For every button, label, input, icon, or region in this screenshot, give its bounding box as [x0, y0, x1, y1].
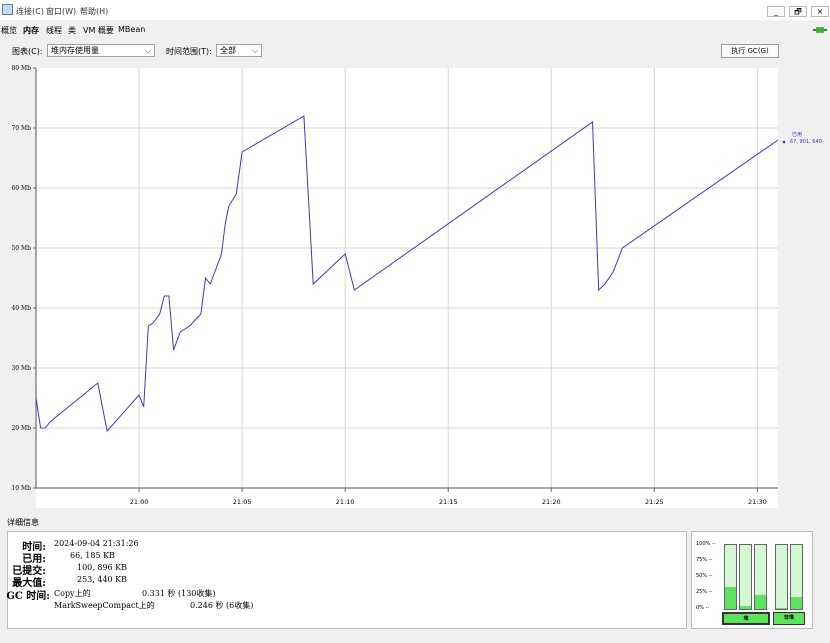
gc-collector-name: MarkSweepCompact上的 — [54, 601, 155, 610]
chevron-down-icon: ⌵ — [144, 46, 151, 55]
menu-bar: 连接(C) 窗口(W) 帮助(H) _ 🗗 × — [0, 0, 830, 20]
gauge-bar[interactable] — [724, 544, 737, 610]
chart-select[interactable]: 堆内存使用量 ⌵ — [47, 44, 155, 57]
y-tick-label: 70 Mb — [11, 125, 31, 132]
memory-pool-gauges: 100% -- 75% -- 50% -- 25% -- 0% -- 堆 非堆 — [691, 531, 813, 629]
non-heap-gauge-button[interactable]: 非堆 — [773, 612, 805, 625]
gauge-bar[interactable] — [739, 544, 752, 610]
chart-select-value: 堆内存使用量 — [51, 46, 99, 55]
detail-value: 2024-09-04 21:31:26 — [54, 539, 139, 548]
tab-memory[interactable]: 内存 — [23, 25, 39, 36]
menu-window[interactable]: 窗口(W) — [46, 6, 76, 17]
x-tick-label: 21:10 — [336, 498, 355, 506]
y-tick-label: 60 Mb — [11, 185, 31, 192]
detail-value: 66, 185 KB — [70, 551, 115, 560]
y-axis-ticks: 10 Mb 20 Mb 30 Mb 40 Mb 50 Mb 60 Mb 70 Mb 80 Mb — [11, 65, 36, 492]
plot-area — [36, 68, 778, 508]
gauge-fill — [755, 594, 766, 609]
gauge-bar[interactable] — [754, 544, 767, 610]
legend-value: 67, 901, 640 — [790, 139, 822, 145]
perform-gc-button[interactable]: 执行 GC(G) — [721, 44, 779, 58]
y-tick-label: 80 Mb — [11, 65, 31, 72]
details-panel: 时间: 2024-09-04 21:31:26 已用: 66, 185 KB 已… — [6, 531, 687, 629]
chart-label: 图表(C): — [12, 47, 43, 56]
x-tick-label: 21:15 — [439, 498, 458, 506]
x-tick-label: 21:30 — [748, 498, 767, 506]
x-tick-label: 21:00 — [130, 498, 149, 506]
tab-threads[interactable]: 线程 — [46, 25, 62, 36]
y-tick-label: 50 Mb — [11, 245, 31, 252]
gauge-bar[interactable] — [790, 544, 803, 610]
menu-connection[interactable]: 连接(C) — [16, 6, 44, 17]
legend-label: 已用 — [792, 132, 802, 138]
details-section-label: 详细信息 — [7, 518, 39, 527]
legend-marker — [782, 140, 786, 144]
x-tick-label: 21:05 — [233, 498, 252, 506]
tab-bar: 概览 内存 线程 类 VM 概要 MBean — [0, 21, 830, 35]
x-tick-label: 21:20 — [542, 498, 561, 506]
gauge-scale-label: 0% -- — [696, 605, 710, 611]
restore-button[interactable]: 🗗 — [789, 6, 807, 17]
tab-vm-summary[interactable]: VM 概要 — [83, 25, 114, 36]
gauge-scale-label: 50% -- — [696, 573, 713, 579]
gauge-scale-label: 25% -- — [696, 589, 713, 595]
tab-classes[interactable]: 类 — [68, 25, 76, 36]
range-select[interactable]: 全部 ⌵ — [216, 44, 262, 57]
minimize-button[interactable]: _ — [767, 6, 785, 17]
gauge-fill — [776, 607, 787, 609]
gauge-fill — [725, 586, 736, 609]
heap-usage-chart: 10 Mb 20 Mb 30 Mb 40 Mb 50 Mb 60 Mb 70 Mb 80 Mb… — [11, 65, 822, 508]
y-tick-label: 20 Mb — [11, 425, 31, 432]
tab-overview[interactable]: 概览 — [1, 25, 17, 36]
gauge-scale-label: 100% -- — [696, 541, 716, 547]
range-label: 时间范围(T): — [166, 47, 212, 56]
gc-collector-time: 0.246 秒 (6收集) — [190, 601, 254, 610]
chart-legend: 已用 67, 901, 640 — [782, 132, 822, 145]
y-tick-label: 30 Mb — [11, 365, 31, 372]
y-tick-label: 10 Mb — [11, 485, 31, 492]
range-select-value: 全部 — [220, 46, 236, 55]
close-button[interactable]: × — [811, 6, 829, 17]
gauge-fill — [791, 597, 802, 609]
chevron-down-icon: ⌵ — [251, 46, 258, 55]
gauge-bar[interactable] — [775, 544, 788, 610]
detail-value: 100, 896 KB — [77, 563, 128, 572]
detail-label: GC 时间: — [6, 591, 50, 602]
tab-mbeans[interactable]: MBean — [118, 25, 145, 34]
x-tick-label: 21:25 — [645, 498, 664, 506]
gauge-scale-label: 75% -- — [696, 557, 713, 563]
menu-help[interactable]: 帮助(H) — [80, 6, 108, 17]
heap-gauge-button[interactable]: 堆 — [722, 612, 770, 625]
gauge-fill — [740, 605, 751, 609]
detail-value: 253, 440 KB — [77, 575, 128, 584]
app-icon — [2, 4, 13, 15]
y-tick-label: 40 Mb — [11, 305, 31, 312]
gc-collector-time: 0.331 秒 (130收集) — [142, 589, 216, 598]
gc-collector-name: Copy上的 — [54, 589, 91, 598]
